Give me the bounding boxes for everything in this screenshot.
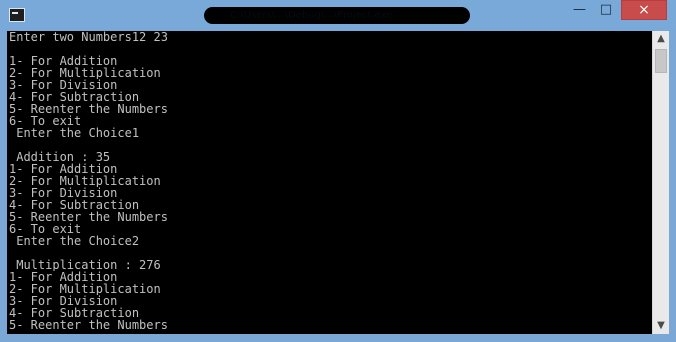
console-line: 5- Reenter the Numbers xyxy=(9,211,168,223)
console-line: Enter two Numbers12 23 xyxy=(9,31,168,43)
console-client-area[interactable]: Enter two Numbers12 23 1- For Addition 2… xyxy=(7,31,669,334)
console-line: 3- For Division xyxy=(9,79,118,91)
window-title: C:\Users\...\Debug\...\Project.exe xyxy=(230,10,393,21)
console-output[interactable]: Enter two Numbers12 23 1- For Addition 2… xyxy=(7,31,649,334)
console-line: 6- To exit xyxy=(9,115,82,127)
console-line: Addition : 35 xyxy=(9,151,111,163)
window-border-left xyxy=(0,30,7,342)
console-line: 3- For Division xyxy=(9,295,118,307)
window-border-right xyxy=(669,30,676,342)
console-line: 1- For Addition xyxy=(9,55,118,67)
console-line: 4- For Subtraction xyxy=(9,91,140,103)
console-line: 2- For Multiplication xyxy=(9,67,161,79)
vertical-scrollbar[interactable]: ▲ ▼ xyxy=(652,31,669,334)
console-line: Multiplication : 276 xyxy=(9,259,161,271)
console-line: 4- For Subtraction xyxy=(9,307,140,319)
minimize-icon: — xyxy=(573,2,586,17)
console-line: Enter the Choice1 xyxy=(9,127,140,139)
console-line: 5- Reenter the Numbers xyxy=(9,319,168,331)
console-line: 4- For Subtraction xyxy=(9,199,140,211)
close-icon: × xyxy=(638,2,650,18)
console-line: 2- For Multiplication xyxy=(9,283,161,295)
console-line: 2- For Multiplication xyxy=(9,175,161,187)
console-window: C:\Users\...\Debug\...\Project.exe — □ ×… xyxy=(0,0,676,342)
console-icon[interactable] xyxy=(9,8,25,22)
console-line: 3- For Division xyxy=(9,187,118,199)
chevron-up-icon[interactable]: ▲ xyxy=(653,31,669,47)
console-line: 1- For Addition xyxy=(9,163,118,175)
console-line: 6- To exit xyxy=(9,223,82,235)
console-line: 1- For Addition xyxy=(9,271,118,283)
chevron-down-icon[interactable]: ▼ xyxy=(653,318,669,334)
maximize-button[interactable]: □ xyxy=(593,0,619,20)
console-line: Enter the Choice2 xyxy=(9,235,140,247)
title-bar[interactable]: C:\Users\...\Debug\...\Project.exe — □ × xyxy=(0,0,676,30)
window-border-bottom xyxy=(0,334,676,342)
maximize-icon: □ xyxy=(599,2,613,17)
scroll-thumb[interactable] xyxy=(655,49,667,73)
close-button[interactable]: × xyxy=(621,0,667,20)
minimize-button[interactable]: — xyxy=(566,0,593,20)
console-line: 5- Reenter the Numbers xyxy=(9,103,168,115)
